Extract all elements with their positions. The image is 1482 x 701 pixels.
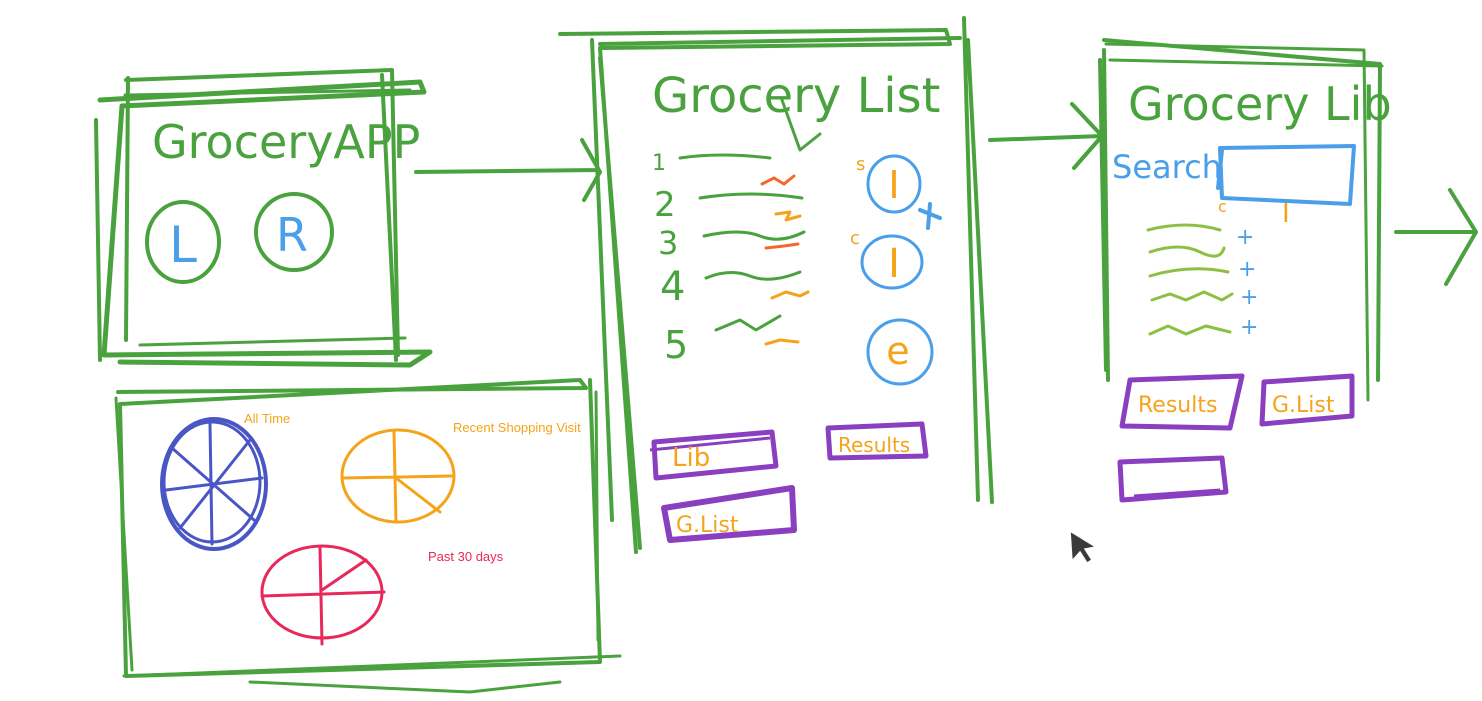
list-lib-button[interactable]: Lib <box>649 429 779 481</box>
list-title: Grocery List <box>652 68 940 124</box>
list-circle-button-2-label: I <box>888 241 900 287</box>
list-lib-button-label: Lib <box>672 443 710 473</box>
lib-search-input[interactable] <box>1216 144 1356 206</box>
list-item-number: 5 <box>664 323 688 367</box>
home-button-right-label: R <box>276 208 308 262</box>
lib-add-icon[interactable]: + <box>1236 225 1254 250</box>
lib-small-c: c <box>1218 197 1227 216</box>
home-button-right[interactable]: R <box>254 192 334 272</box>
arrow-list-to-lib <box>988 102 1104 170</box>
list-circle-button-1-label: I <box>888 163 899 207</box>
home-button-left-label: L <box>169 216 197 274</box>
list-item-number: 4 <box>660 264 685 310</box>
list-badge-c: c <box>850 228 860 249</box>
lib-glist-button[interactable]: G.List <box>1259 373 1355 427</box>
pie-all-time <box>160 417 268 551</box>
list-items: 1 2 3 4 5 <box>652 151 810 367</box>
lib-cursor-marker: I <box>1282 199 1290 229</box>
list-sparkle-icon <box>918 202 942 230</box>
lib-glist-button-label: G.List <box>1272 393 1335 418</box>
list-badge-s: s <box>856 154 865 175</box>
list-results-button[interactable]: Results <box>825 421 929 461</box>
lib-add-icon[interactable]: + <box>1240 285 1258 310</box>
lib-results-button-label: Results <box>1138 393 1217 418</box>
home-title: GroceryAPP <box>152 115 420 169</box>
pie-past <box>260 544 386 646</box>
list-circle-button-1[interactable]: I <box>866 154 922 214</box>
list-item-number: 3 <box>658 224 678 262</box>
list-circle-button-2[interactable]: I <box>860 234 924 290</box>
stats-label-recent: Recent Shopping Visit <box>453 420 581 435</box>
list-glist-button-label: G.List <box>676 513 739 538</box>
lib-results-button[interactable]: Results <box>1119 373 1245 431</box>
mouse-pointer-icon <box>1069 529 1099 565</box>
lib-results-list: + + + + <box>1146 223 1258 340</box>
list-circle-button-3[interactable]: e <box>866 318 934 386</box>
whiteboard-canvas: GroceryAPP L R All Time Recent Shopping … <box>94 16 1478 694</box>
list-glist-button[interactable]: G.List <box>661 485 797 543</box>
list-item-number: 1 <box>652 151 666 176</box>
stats-label-past: Past 30 days <box>428 549 504 564</box>
home-button-left[interactable]: L <box>145 200 221 284</box>
pie-recent <box>340 428 456 524</box>
list-item-number: 2 <box>654 185 676 225</box>
list-circle-button-3-label: e <box>886 329 909 373</box>
arrow-home-to-list <box>414 138 602 202</box>
lib-title: Grocery Lib <box>1128 77 1392 131</box>
stats-label-all-time: All Time <box>244 411 290 426</box>
lib-add-icon[interactable]: + <box>1240 315 1258 340</box>
list-results-button-label: Results <box>838 433 910 457</box>
lib-search-label: Search <box>1112 148 1222 186</box>
lib-empty-button[interactable] <box>1117 455 1229 503</box>
arrow-lib-to-next <box>1394 188 1478 286</box>
lib-add-icon[interactable]: + <box>1238 257 1256 282</box>
